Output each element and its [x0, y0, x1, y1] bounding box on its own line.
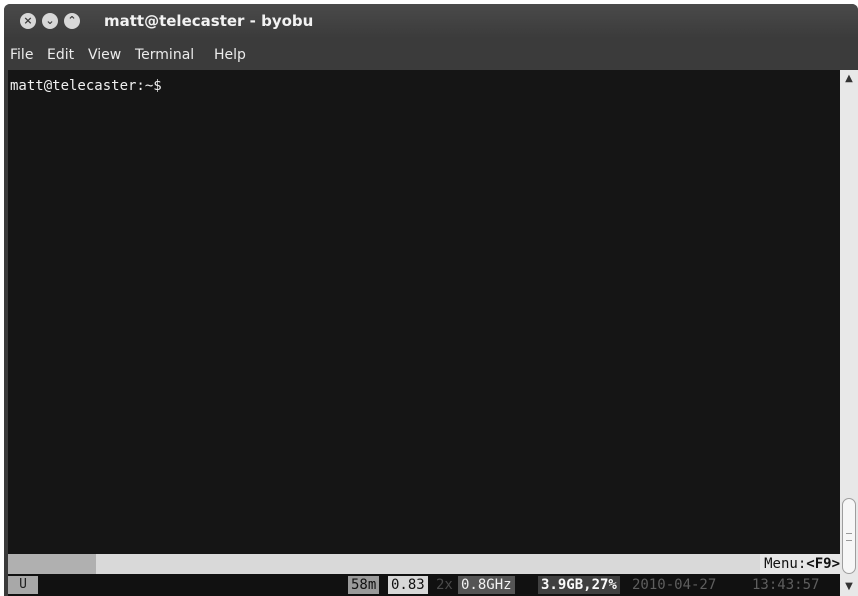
scroll-down-icon[interactable]: ▼ — [840, 578, 858, 596]
status-time: 13:43:57 — [752, 577, 820, 593]
menu-bar: File Edit View Terminal Help — [4, 38, 858, 70]
minimize-icon[interactable]: ⌄ — [42, 13, 58, 29]
vertical-scrollbar[interactable]: ▲ ▼ — [840, 70, 858, 596]
cpu-frequency: 0.8GHz — [458, 576, 515, 594]
window-title: matt@telecaster - byobu — [104, 12, 314, 30]
menu-hint-prefix: Menu: — [764, 556, 807, 572]
uptime-indicator: 58m — [348, 576, 380, 594]
shell-prompt: matt@telecaster:~$ — [10, 78, 162, 94]
scroll-up-icon[interactable]: ▲ — [840, 70, 858, 88]
close-icon[interactable]: × — [20, 13, 36, 29]
byobu-status-bar: U 58m 0.83 2x 0.8GHz 3.9GB,27% 2010-04-2… — [8, 574, 840, 596]
maximize-icon[interactable]: ⌃ — [64, 13, 80, 29]
terminal-area[interactable]: matt@telecaster:~$ Menu:<F9> U 58m 0.83 … — [8, 70, 840, 596]
cpu-count: 2x — [436, 577, 453, 593]
menu-help[interactable]: Help — [214, 47, 246, 63]
menu-edit[interactable]: Edit — [47, 47, 74, 63]
memory-usage: 3.9GB,27% — [538, 576, 620, 594]
scroll-thumb[interactable] — [842, 498, 856, 574]
title-bar[interactable]: × ⌄ ⌃ matt@telecaster - byobu — [4, 4, 858, 38]
menu-terminal[interactable]: Terminal — [135, 47, 194, 63]
byobu-window-tab[interactable] — [8, 554, 96, 574]
menu-file[interactable]: File — [10, 47, 33, 63]
grip-icon — [846, 533, 852, 541]
menu-hint-key: <F9> — [806, 556, 840, 572]
byobu-window-bar: Menu:<F9> — [8, 554, 840, 574]
byobu-menu-hint: Menu:<F9> — [760, 554, 840, 574]
status-date: 2010-04-27 — [632, 577, 717, 593]
load-average: 0.83 — [388, 576, 428, 594]
status-badge: U — [8, 576, 38, 594]
menu-view[interactable]: View — [88, 47, 121, 63]
terminal-window: × ⌄ ⌃ matt@telecaster - byobu File Edit … — [4, 4, 858, 596]
